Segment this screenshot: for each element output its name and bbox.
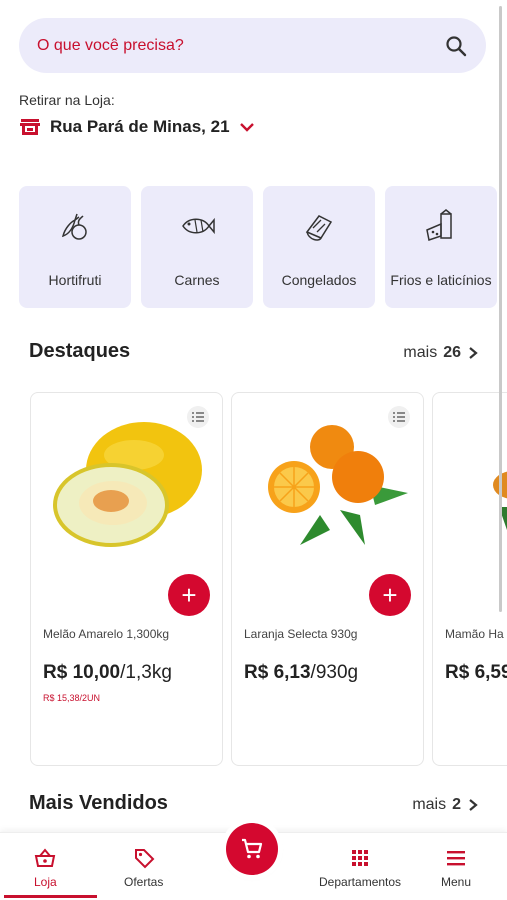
store-selector[interactable]: Rua Pará de Minas, 21 [19, 117, 255, 137]
product-name: Melão Amarelo 1,300kg [43, 627, 170, 641]
more-count: 2 [452, 796, 461, 813]
category-congelados[interactable]: Congelados [263, 186, 375, 308]
frozen-icon [305, 215, 333, 241]
product-carousel[interactable]: + Melão Amarelo 1,300kg R$ 10,00/1,3kg R… [30, 392, 507, 766]
search-icon[interactable] [444, 34, 468, 58]
add-to-cart-button[interactable]: + [168, 574, 210, 616]
active-tab-indicator [4, 895, 97, 898]
nav-label: Ofertas [124, 875, 164, 889]
product-unit-price: R$ 15,38/2UN [43, 693, 101, 703]
product-card[interactable]: + Melão Amarelo 1,300kg R$ 10,00/1,3kg R… [30, 392, 223, 766]
tag-icon [134, 849, 155, 869]
highlights-more-link[interactable]: mais 26 [403, 344, 479, 362]
category-list: Hortifruti Carnes Congelados Frios e lat… [19, 186, 497, 308]
vegetables-icon [61, 213, 87, 240]
nav-menu[interactable]: Menu [441, 847, 471, 889]
orange-image [268, 425, 408, 545]
melon-image [53, 422, 202, 547]
category-label: Frios e laticínios [390, 272, 492, 288]
chevron-down-icon[interactable] [239, 121, 255, 133]
scrollbar[interactable] [499, 6, 502, 612]
cart-icon [242, 838, 263, 859]
product-name: Laranja Selecta 930g [244, 627, 358, 641]
best-sellers-more-link[interactable]: mais 2 [412, 796, 479, 814]
store-icon [20, 119, 40, 135]
search-input[interactable]: O que você precisa? [37, 37, 184, 55]
store-name[interactable]: Rua Pará de Minas, 21 [50, 117, 230, 137]
more-label: mais [403, 344, 438, 361]
add-to-cart-button[interactable]: + [369, 574, 411, 616]
nav-label: Loja [34, 875, 57, 889]
category-carnes[interactable]: Carnes [141, 186, 253, 308]
nav-label: Departamentos [319, 875, 402, 889]
product-price: R$ 10,00/1,3kg [43, 662, 172, 683]
basket-icon [35, 848, 56, 867]
category-label: Congelados [281, 272, 357, 288]
category-label: Carnes [174, 272, 220, 288]
cart-button[interactable] [226, 823, 278, 875]
hamburger-icon [447, 851, 466, 866]
more-label: mais [412, 796, 447, 813]
more-count: 26 [443, 344, 461, 361]
nav-offers[interactable]: Ofertas [124, 847, 163, 889]
fish-icon [182, 217, 215, 235]
highlights-title: Destaques [29, 340, 131, 362]
product-card[interactable]: + Laranja Selecta 930g R$ 6,13/930g [231, 392, 424, 766]
best-sellers-title: Mais Vendidos [29, 792, 168, 814]
category-label: Hortifruti [48, 272, 102, 288]
chevron-right-icon [469, 347, 478, 359]
product-price: R$ 6,13/930g [244, 662, 359, 683]
dairy-icon [426, 209, 452, 241]
grid-icon [352, 850, 369, 866]
category-hortifruti[interactable]: Hortifruti [19, 186, 131, 308]
product-card[interactable]: Mamão Ha R$ 6,59 [432, 392, 507, 766]
search-bar[interactable]: O que você precisa? [19, 18, 486, 73]
nav-departments[interactable]: Departamentos [319, 847, 401, 889]
product-price: R$ 6,59 [445, 662, 507, 683]
nav-label: Menu [441, 875, 472, 889]
pickup-label: Retirar na Loja: [19, 92, 115, 108]
product-name: Mamão Ha [445, 627, 504, 641]
category-frios[interactable]: Frios e laticínios [385, 186, 497, 308]
nav-store[interactable]: Loja [34, 847, 57, 889]
chevron-right-icon [469, 799, 478, 811]
